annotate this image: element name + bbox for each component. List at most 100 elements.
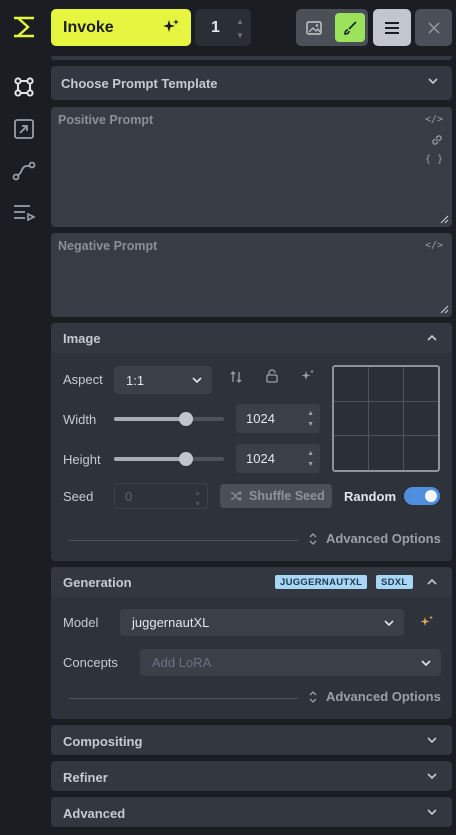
resize-handle-icon (440, 305, 449, 314)
aspect-value: 1:1 (126, 372, 145, 388)
width-label: Width (63, 412, 97, 427)
random-toggle[interactable] (404, 487, 440, 505)
advanced-section-header[interactable]: Advanced (51, 797, 452, 827)
code-icon[interactable]: </> (425, 114, 443, 125)
chevron-down-icon (427, 737, 437, 743)
menu-button[interactable] (373, 9, 411, 46)
height-value: 1024 (246, 451, 275, 466)
chevron-down-icon (192, 377, 202, 383)
refiner-section-header[interactable]: Refiner (51, 761, 452, 791)
random-label: Random (344, 489, 396, 504)
invoke-button[interactable]: Invoke (51, 9, 191, 46)
width-slider[interactable] (114, 412, 224, 426)
prompt-template-label: Choose Prompt Template (61, 76, 218, 91)
width-slider-fill (114, 417, 186, 421)
aspect-preview (332, 365, 440, 472)
refiner-title: Refiner (63, 770, 108, 785)
model-select[interactable]: juggernautXL (120, 609, 404, 636)
aspect-select[interactable]: 1:1 (114, 366, 212, 394)
height-slider-thumb[interactable] (178, 452, 193, 466)
code-icon[interactable]: </> (425, 240, 443, 251)
shuffle-seed-label: Shuffle Seed (249, 489, 325, 503)
width-stepper[interactable]: ▲ ▼ (307, 408, 314, 430)
resize-handle-icon (440, 215, 449, 224)
lora-placeholder: Add LoRA (152, 655, 212, 670)
chevron-down-icon (427, 809, 437, 815)
compositing-title: Compositing (63, 734, 143, 749)
generation-section-header[interactable]: Generation JUGGERNAUTXL SDXL (51, 567, 452, 597)
advanced-options-label: Advanced Options (326, 689, 441, 704)
positive-prompt-input[interactable]: Positive Prompt </> { } (51, 107, 452, 227)
iterations-stepper[interactable]: 1 ▲ ▼ (195, 9, 251, 46)
workflows-tab-icon[interactable] (11, 158, 37, 184)
image-advanced-options-toggle[interactable]: Advanced Options (309, 531, 441, 546)
seed-label: Seed (63, 489, 94, 504)
shuffle-icon (231, 491, 242, 501)
invoke-logo-icon[interactable] (11, 14, 37, 40)
generate-tab-icon[interactable] (11, 74, 37, 100)
concepts-label: Concepts (63, 655, 118, 670)
link-icon[interactable] (431, 134, 443, 149)
advanced-options-label: Advanced Options (326, 531, 441, 546)
seed-input[interactable]: 0 ▲ ▼ (114, 483, 208, 509)
sparkles-icon (163, 19, 179, 40)
chevron-up-icon (427, 335, 437, 341)
chevron-down-icon (421, 660, 431, 666)
shuffle-seed-button[interactable]: Shuffle Seed (220, 484, 332, 508)
seed-stepper[interactable]: ▲ ▼ (194, 488, 201, 510)
generation-section-title: Generation (63, 574, 132, 590)
braces-icon[interactable]: { } (425, 154, 443, 165)
height-input[interactable]: 1024 ▲ ▼ (236, 444, 320, 473)
model-badge: JUGGERNAUTXL (275, 575, 368, 589)
generation-advanced-options-toggle[interactable]: Advanced Options (309, 689, 441, 704)
stepper-arrows[interactable]: ▲ ▼ (236, 15, 244, 43)
close-button[interactable] (415, 9, 452, 46)
height-stepper[interactable]: ▲ ▼ (307, 448, 314, 470)
iterations-value: 1 (211, 18, 220, 36)
hamburger-icon (385, 21, 399, 34)
chevron-down-icon (384, 620, 394, 626)
model-value: juggernautXL (132, 615, 210, 630)
chevron-up-icon (427, 579, 437, 585)
image-section: Image Aspect 1:1 Width 1024 ▲ ▼ Height 10… (51, 323, 452, 561)
divider (69, 540, 298, 541)
view-toggle-group (296, 9, 368, 46)
upscale-tab-icon[interactable] (11, 116, 37, 142)
scroll-edge (51, 56, 452, 60)
image-section-header[interactable]: Image (51, 323, 452, 353)
width-value: 1024 (246, 411, 275, 426)
seed-value: 0 (125, 488, 133, 504)
generation-section: Generation JUGGERNAUTXL SDXL Model jugge… (51, 567, 452, 719)
positive-prompt-placeholder: Positive Prompt (58, 113, 154, 127)
canvas-view-button[interactable] (335, 13, 365, 42)
chevron-up-down-icon (309, 532, 317, 545)
invoke-label: Invoke (63, 18, 114, 36)
image-view-button[interactable] (299, 13, 329, 42)
queue-tab-icon[interactable] (11, 200, 37, 226)
advanced-title: Advanced (63, 806, 126, 821)
width-input[interactable]: 1024 ▲ ▼ (236, 404, 320, 433)
negative-prompt-placeholder: Negative Prompt (58, 239, 158, 253)
height-label: Height (63, 452, 101, 467)
random-toggle-knob (425, 490, 437, 502)
lora-select[interactable]: Add LoRA (140, 649, 441, 676)
image-section-title: Image (63, 330, 101, 346)
chevron-down-icon (427, 773, 437, 779)
optimal-size-icon[interactable] (301, 369, 315, 386)
model-label: Model (63, 615, 99, 630)
prompt-template-select[interactable]: Choose Prompt Template (51, 66, 452, 100)
close-icon (427, 21, 440, 34)
swap-dimensions-icon[interactable] (229, 370, 243, 387)
compositing-section-header[interactable]: Compositing (51, 725, 452, 755)
model-sparkle-icon[interactable] (420, 615, 434, 632)
chevron-up-down-icon (309, 690, 317, 703)
height-slider[interactable] (114, 452, 224, 466)
lock-aspect-icon[interactable] (265, 369, 279, 386)
negative-prompt-input[interactable]: Negative Prompt </> (51, 233, 452, 317)
divider (69, 698, 298, 699)
width-slider-thumb[interactable] (178, 412, 193, 426)
left-rail (0, 0, 46, 835)
base-model-badge: SDXL (376, 575, 413, 589)
aspect-label: Aspect (63, 372, 103, 387)
height-slider-fill (114, 457, 186, 461)
